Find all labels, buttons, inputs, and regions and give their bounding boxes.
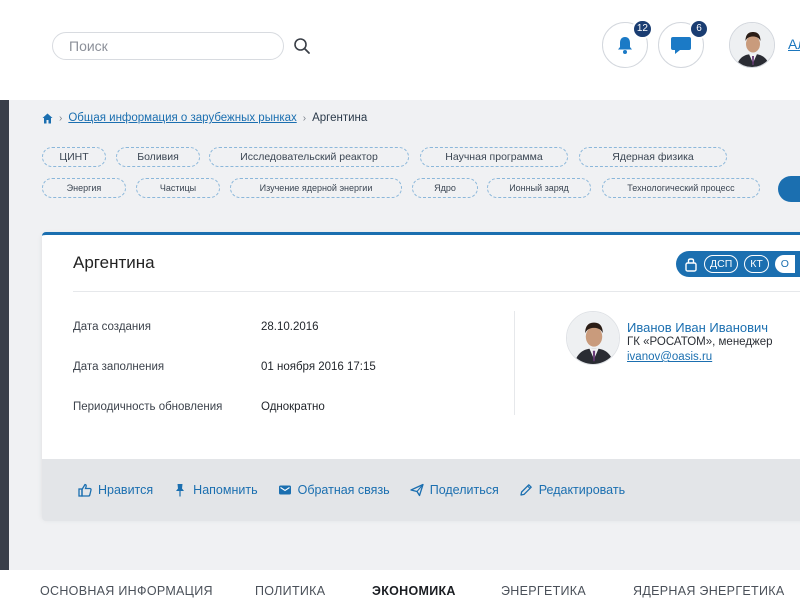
share-label: Поделиться: [429, 483, 499, 497]
messages-badge: 6: [689, 19, 709, 39]
notifications-button[interactable]: 12: [602, 19, 653, 68]
user-avatar[interactable]: [729, 22, 775, 68]
owner-role: ГК «РОСАТОМ», менеджер: [627, 336, 773, 348]
breadcrumb: › Общая информация о зарубежных рынках ›…: [42, 112, 367, 124]
tag[interactable]: Ядро: [412, 178, 478, 198]
update-frequency-label: Периодичность обновления: [73, 401, 223, 413]
owner-avatar[interactable]: [566, 311, 620, 365]
country-card: Аргентина ДСП КТ О Дата создания 28.10.2…: [42, 232, 800, 521]
section-tabs: ОСНОВНАЯ ИНФОРМАЦИЯ ПОЛИТИКА ЭКОНОМИКА Э…: [0, 570, 800, 600]
share-button[interactable]: Поделиться: [410, 483, 499, 497]
tag[interactable]: Частицы: [136, 178, 220, 198]
pin-icon: [176, 484, 185, 497]
action-pill-button[interactable]: [778, 176, 800, 202]
search-field[interactable]: [52, 32, 284, 60]
user-name-link[interactable]: Ал: [788, 36, 800, 52]
tab-energy[interactable]: ЭНЕРГЕТИКА: [501, 584, 586, 598]
column-divider: [514, 311, 515, 415]
lock-icon: [684, 256, 698, 272]
side-strip: [0, 100, 9, 570]
bell-icon: [618, 37, 632, 54]
tag[interactable]: ЦИНТ: [42, 147, 106, 167]
created-date-value: 28.10.2016: [261, 321, 319, 333]
notifications-badge: 12: [631, 19, 653, 39]
label-dsp[interactable]: ДСП: [704, 255, 739, 273]
tag[interactable]: Энергия: [42, 178, 126, 198]
feedback-button[interactable]: Обратная связь: [278, 483, 390, 497]
label-kt[interactable]: КТ: [744, 255, 769, 273]
update-frequency-value: Однократно: [261, 401, 325, 413]
owner-name-link[interactable]: Иванов Иван Иванович: [627, 320, 768, 335]
home-icon[interactable]: [42, 113, 53, 124]
message-icon: [278, 485, 291, 495]
card-title: Аргентина: [73, 253, 155, 272]
tag[interactable]: Ионный заряд: [487, 178, 591, 198]
search-input[interactable]: [69, 38, 267, 54]
created-date-label: Дата создания: [73, 321, 151, 333]
owner-email-link[interactable]: ivanov@oasis.ru: [627, 351, 712, 363]
messages-button[interactable]: 6: [658, 19, 709, 68]
tab-economy[interactable]: ЭКОНОМИКА: [372, 584, 456, 598]
tag[interactable]: Технологический процесс: [602, 178, 760, 198]
chat-icon: [671, 37, 691, 54]
remind-button[interactable]: Напомнить: [173, 483, 258, 497]
breadcrumb-section-link[interactable]: Общая информация о зарубежных рынках: [68, 112, 296, 124]
label-o[interactable]: О: [774, 255, 795, 273]
owner-photo: [567, 312, 619, 364]
edit-label: Редактировать: [538, 483, 626, 497]
top-header: 12 6 Ал: [0, 0, 800, 100]
filled-date-value: 01 ноября 2016 17:15: [261, 361, 376, 373]
breadcrumb-current: Аргентина: [312, 112, 368, 124]
feedback-label: Обратная связь: [297, 483, 390, 497]
breadcrumb-separator: ›: [59, 112, 63, 124]
tab-basic-info[interactable]: ОСНОВНАЯ ИНФОРМАЦИЯ: [40, 584, 213, 598]
breadcrumb-separator: ›: [302, 112, 307, 124]
tag[interactable]: Исследовательский реактор: [209, 147, 409, 167]
edit-button[interactable]: Редактировать: [519, 483, 625, 497]
thumbs-up-icon: [78, 483, 92, 497]
card-divider: [73, 291, 800, 292]
tag[interactable]: Боливия: [116, 147, 200, 167]
pencil-icon: [520, 484, 532, 496]
filled-date-label: Дата заполнения: [73, 361, 165, 373]
tab-politics[interactable]: ПОЛИТИКА: [255, 584, 325, 598]
card-action-bar: Нравится Напомнить Обратная связь Подели…: [42, 459, 800, 521]
search-icon[interactable]: [293, 37, 311, 55]
user-photo: [730, 23, 774, 67]
access-labels: ДСП КТ О: [676, 251, 800, 277]
tab-nuclear-energy[interactable]: ЯДЕРНАЯ ЭНЕРГЕТИКА: [633, 584, 784, 598]
tag[interactable]: Научная программа: [420, 147, 568, 167]
remind-label: Напомнить: [193, 483, 258, 497]
like-label: Нравится: [98, 483, 154, 497]
like-button[interactable]: Нравится: [78, 483, 153, 497]
tag[interactable]: Ядерная физика: [579, 147, 727, 167]
tag[interactable]: Изучение ядерной энергии: [230, 178, 402, 198]
share-icon: [410, 483, 424, 497]
